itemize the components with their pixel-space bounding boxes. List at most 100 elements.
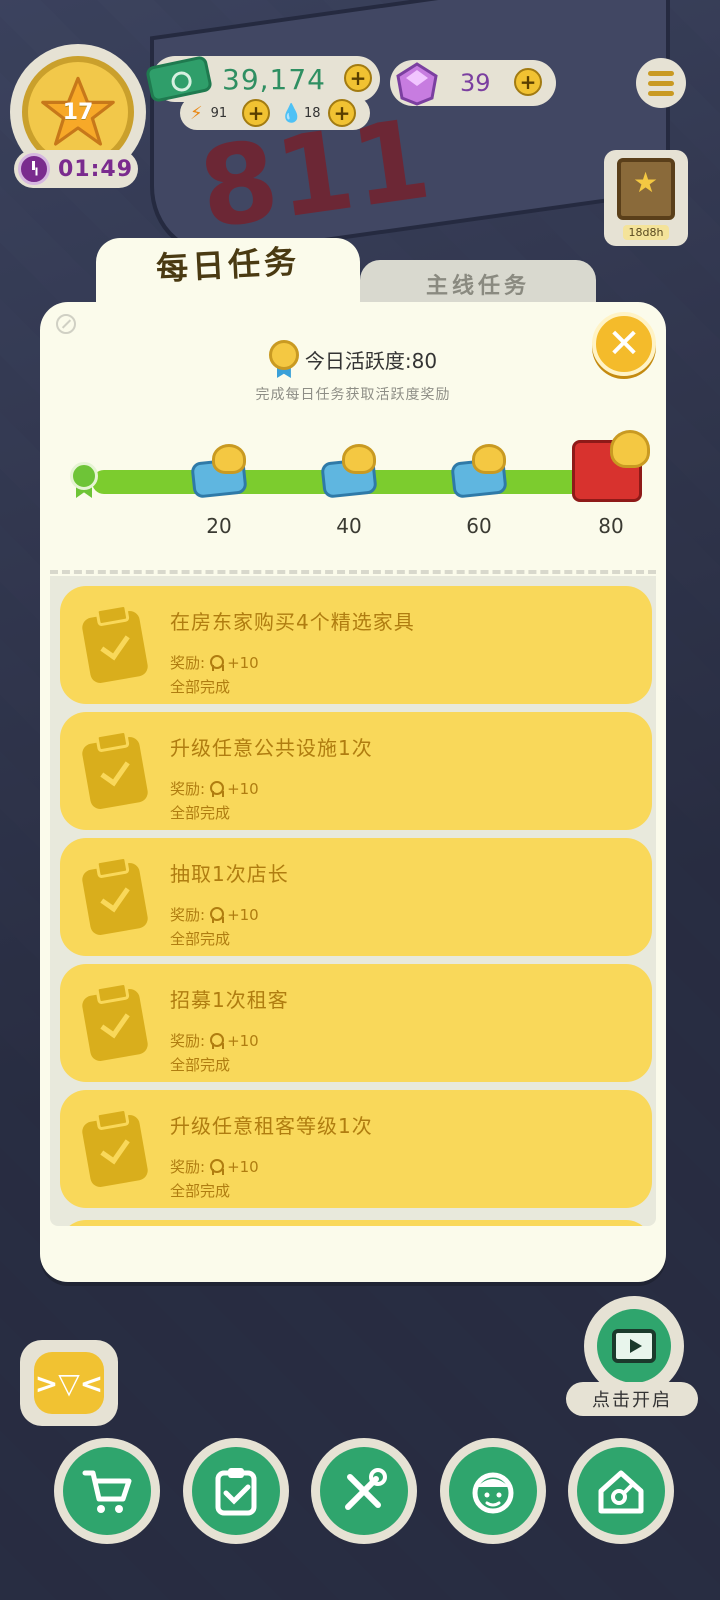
gem-icon [396,62,438,106]
tools-icon [345,1468,387,1510]
medal-icon [209,780,225,797]
clipboard-check-icon [80,1110,150,1189]
medal-icon [209,1032,225,1049]
tab-main-label: 主线任务 [425,274,530,299]
nav-home-button[interactable] [568,1438,674,1544]
clock-icon [18,153,50,185]
task-card[interactable]: 抽取1次店长 奖励: +10 全部完成 [60,838,652,956]
gift-box-bow [472,444,506,474]
clipboard-shape [80,735,150,811]
nav-character-button[interactable] [439,1438,546,1544]
nav-shop-button[interactable] [54,1438,160,1544]
nav-inner [448,1447,537,1535]
nav-inner [191,1447,280,1535]
water-value: 18 [304,105,321,121]
activity-header: 今日活跃度:80 [40,340,666,378]
daily-task-panel: ✕ 今日活跃度:80 完成每日任务获取活跃度奖励 20 40 60 80 在房东 [40,302,666,1282]
clipboard-shape [80,1113,150,1189]
tv-inner [597,1309,671,1383]
clipboard-shape [80,609,150,685]
lightning-icon: ⚡ [190,102,203,124]
task-card-partial[interactable] [60,1220,652,1226]
cart-icon [82,1470,132,1513]
activity-title: 今日活跃度:80 [304,348,438,373]
add-gems-button[interactable]: + [514,68,542,96]
gift-box-bow [610,430,650,468]
gift-box-bow [212,444,246,474]
clipboard-shape [80,987,150,1063]
book-icon [617,158,675,220]
medal-icon [209,1158,225,1175]
start-medal-icon [70,462,98,498]
tv-play-icon [612,1329,656,1363]
timer-text: 01:49 [58,156,134,182]
milestone-20: 20 [206,514,232,538]
menu-icon-line [648,80,674,86]
tab-daily-label: 每日任务 [155,242,302,288]
task-title: 抽取1次店长 [170,862,289,886]
clipboard-check-icon [80,984,150,1063]
chat-button[interactable]: >▽< [20,1340,118,1426]
milestone-80: 80 [598,514,624,538]
task-reward: 奖励: +10 [170,1156,259,1177]
nav-tools-button[interactable] [311,1438,417,1544]
task-status: 全部完成 [170,804,231,822]
level-number: 17 [62,99,94,125]
gem-value: 39 [460,69,491,97]
task-list[interactable]: 在房东家购买4个精选家具 奖励: +10 全部完成 升级任意公共设施1次 奖励:… [50,576,656,1226]
reward-label: 奖励: [170,780,206,798]
task-card[interactable]: 招募1次租客 奖励: +10 全部完成 [60,964,652,1082]
reward-value: +10 [227,779,259,798]
task-title: 招募1次租客 [170,988,289,1012]
nav-tasks-button[interactable] [182,1438,289,1544]
task-status: 全部完成 [170,1182,231,1200]
clipboard-shape [80,861,150,937]
task-status: 全部完成 [170,1056,231,1074]
task-title: 升级任意公共设施1次 [170,736,373,760]
reward-label: 奖励: [170,906,206,924]
gift-box-60-icon[interactable] [448,444,510,499]
nav-inner [63,1447,151,1535]
book-timer: 18d8h [622,225,670,240]
dashed-divider [50,570,656,574]
medal-icon [209,654,225,671]
task-reward: 奖励: +10 [170,1030,259,1051]
menu-icon [648,70,674,76]
add-water-button[interactable]: + [328,99,356,127]
task-title: 升级任意租客等级1次 [170,1114,373,1138]
task-card[interactable]: 升级任意公共设施1次 奖励: +10 全部完成 [60,712,652,830]
video-reward-button[interactable]: 点击开启 [566,1296,698,1420]
add-cash-button[interactable]: + [344,64,372,92]
character-icon [472,1472,513,1514]
task-status: 全部完成 [170,678,231,696]
task-card[interactable]: 升级任意租客等级1次 奖励: +10 全部完成 [60,1090,652,1208]
gift-box-40-icon[interactable] [318,444,380,499]
reward-value: +10 [227,1157,259,1176]
gift-box-bow [342,444,376,474]
gift-box-80-icon[interactable] [570,430,652,504]
start-medal-circle [70,462,98,490]
milestone-60: 60 [466,514,492,538]
tv-circle [584,1296,684,1396]
gift-box-20-icon[interactable] [188,444,250,499]
reward-value: +10 [227,1031,259,1050]
laughing-face-icon: >▽< [34,1352,104,1414]
bottom-navigation [54,1438,674,1554]
menu-button[interactable] [636,58,686,108]
water-drop-icon: 💧 [280,102,303,124]
activity-subtitle: 完成每日任务获取活跃度奖励 [255,387,451,403]
task-reward: 奖励: +10 [170,778,259,799]
clipboard-check-icon [80,858,150,937]
task-title: 在房东家购买4个精选家具 [170,610,415,634]
clipboard-check-icon [80,732,150,811]
reward-label: 奖励: [170,1158,206,1176]
task-reward: 奖励: +10 [170,652,259,673]
nav-inner [320,1447,408,1535]
tab-main-tasks[interactable]: 主线任务 [360,260,596,308]
event-book-button[interactable]: 18d8h [604,150,688,246]
menu-icon-line [648,90,674,96]
medal-icon [209,906,225,923]
add-energy-button[interactable]: + [242,99,270,127]
gem-display: 39 + [390,60,556,106]
task-card[interactable]: 在房东家购买4个精选家具 奖励: +10 全部完成 [60,586,652,704]
